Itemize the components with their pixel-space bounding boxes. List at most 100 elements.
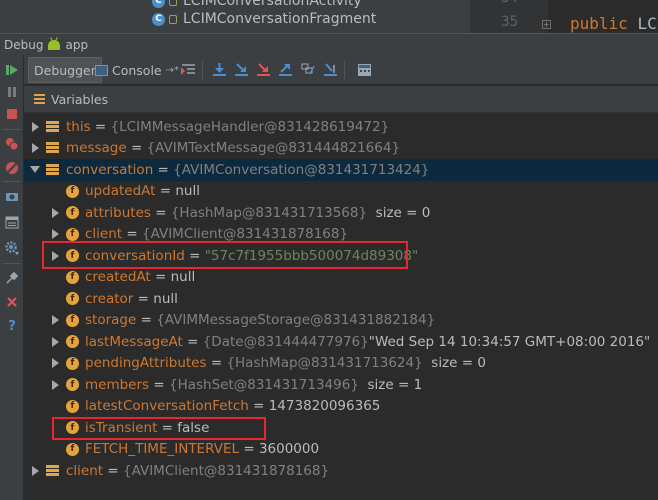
close-icon [7, 297, 17, 307]
field-row[interactable]: f storage = {AVIMMessageStorage@83143188… [24, 310, 658, 332]
stop-icon [7, 109, 17, 119]
expand-arrow-icon[interactable] [50, 207, 60, 218]
annotation-box-is-transient [52, 417, 266, 440]
variable-row-selected[interactable]: conversation = {AVIMConversation@8314317… [24, 159, 658, 181]
variable-equals: = [126, 140, 147, 157]
drop-frame-icon [301, 63, 315, 75]
run-config-name[interactable]: app [65, 38, 88, 52]
field-icon: f [66, 356, 79, 370]
expand-arrow-icon[interactable] [50, 379, 60, 390]
variable-equals: = [90, 118, 111, 135]
lock-icon [169, 0, 177, 6]
field-row[interactable]: f FETCH_TIME_INTERVEL = 3600000 [24, 439, 658, 461]
show-execution-point-button[interactable] [180, 61, 197, 78]
variables-icon [34, 94, 45, 104]
field-icon: f [66, 399, 79, 413]
collapse-arrow-icon[interactable] [30, 165, 40, 175]
variable-row[interactable]: this = {LCIMMessageHandler@831428619472} [24, 116, 658, 138]
drop-frame-button[interactable] [300, 61, 317, 78]
view-breakpoints-button[interactable] [3, 135, 21, 153]
field-icon: f [66, 313, 79, 327]
expand-arrow-icon[interactable] [50, 229, 60, 240]
tab-console-label: Console [112, 62, 162, 78]
variables-panel-header: Variables [24, 86, 658, 113]
variable-row[interactable]: message = {AVIMTextMessage@831444821664} [24, 138, 658, 160]
debug-window-title: Debug [4, 37, 44, 52]
stack-variable-icon [46, 142, 59, 155]
field-equals: = [206, 355, 227, 372]
field-row[interactable]: f updatedAt = null [24, 181, 658, 203]
variables-title: Variables [51, 91, 109, 107]
lock-icon [169, 14, 177, 24]
code-line[interactable]: public LCI [570, 14, 658, 33]
step-out-button[interactable] [277, 61, 294, 78]
editor-strip: C LCIMConversationActivity C LCIMConvers… [0, 0, 658, 33]
run-to-cursor-icon [324, 63, 337, 76]
field-name: attributes [85, 204, 151, 221]
variable-row[interactable]: client = {AVIMClient@831431878168} [24, 460, 658, 482]
toolbar-divider [3, 129, 21, 130]
editor-gutter: 34 35 + [470, 0, 551, 33]
settings-button[interactable] [3, 239, 21, 257]
field-icon: f [66, 184, 79, 198]
toolbar-divider [3, 263, 21, 264]
expand-arrow-icon[interactable] [30, 465, 40, 476]
field-value: {HashMap@831431713624} [226, 355, 423, 372]
field-equals: = [155, 183, 176, 200]
pause-program-button[interactable] [3, 83, 21, 101]
help-button[interactable]: ? [3, 317, 21, 335]
tree-file-label: LCIMConversationFragment [183, 11, 377, 27]
calculator-icon [358, 63, 371, 76]
tree-file-item[interactable]: C LCIMConversationFragment [152, 10, 376, 28]
field-icon: f [66, 378, 79, 392]
fold-icon[interactable]: + [542, 20, 551, 29]
expand-arrow-icon[interactable] [30, 121, 40, 132]
class-icon: C [152, 0, 165, 8]
variable-value: {AVIMTextMessage@831444821664} [146, 140, 401, 157]
help-icon: ? [8, 318, 16, 334]
step-out-icon [279, 64, 292, 76]
expand-arrow-icon[interactable] [50, 336, 60, 347]
variable-name: conversation [66, 161, 154, 178]
field-row[interactable]: f attributes = {HashMap@831431713568} si… [24, 202, 658, 224]
pin-button[interactable] [3, 269, 21, 287]
variable-name: this [66, 118, 91, 135]
field-icon: f [66, 335, 79, 349]
layout-button[interactable] [3, 213, 21, 231]
expand-arrow-icon[interactable] [50, 358, 60, 369]
expand-arrow-icon[interactable] [50, 315, 60, 326]
screenshot-button[interactable] [3, 187, 21, 205]
resume-program-button[interactable] [3, 61, 21, 79]
close-button[interactable] [3, 293, 21, 311]
field-extra: size = 0 [422, 355, 486, 372]
android-icon [48, 39, 61, 50]
tab-console[interactable]: Console →* [90, 57, 184, 83]
field-row[interactable]: f lastMessageAt = {Date@831444477976} "W… [24, 331, 658, 353]
field-row[interactable]: f latestConversationFetch = 147382009636… [24, 396, 658, 418]
field-equals: = [248, 398, 269, 415]
force-step-into-button[interactable] [255, 61, 272, 78]
step-over-button[interactable] [211, 61, 228, 78]
field-row[interactable]: f pendingAttributes = {HashMap@831431713… [24, 353, 658, 375]
field-row[interactable]: f creator = null [24, 288, 658, 310]
field-equals: = [150, 269, 171, 286]
field-name: pendingAttributes [85, 355, 207, 372]
field-name: client [85, 226, 123, 243]
field-row[interactable]: f createdAt = null [24, 267, 658, 289]
step-into-button[interactable] [233, 61, 250, 78]
field-name: FETCH_TIME_INTERVEL [85, 441, 240, 458]
evaluate-expression-button[interactable] [356, 61, 373, 78]
stop-button[interactable] [3, 105, 21, 123]
mute-breakpoints-button[interactable] [3, 159, 21, 177]
field-name: storage [85, 312, 137, 329]
breakpoints-icon [6, 138, 19, 151]
step-into-icon [235, 63, 248, 76]
field-row[interactable]: f members = {HashSet@831431713496} size … [24, 374, 658, 396]
expand-arrow-icon[interactable] [30, 143, 40, 154]
field-equals: = [136, 312, 157, 329]
resume-icon [6, 65, 18, 75]
field-icon: f [66, 270, 79, 284]
run-to-cursor-button[interactable] [322, 61, 339, 78]
tree-file-item[interactable]: C LCIMConversationActivity [152, 0, 362, 10]
field-value: null [175, 183, 200, 200]
